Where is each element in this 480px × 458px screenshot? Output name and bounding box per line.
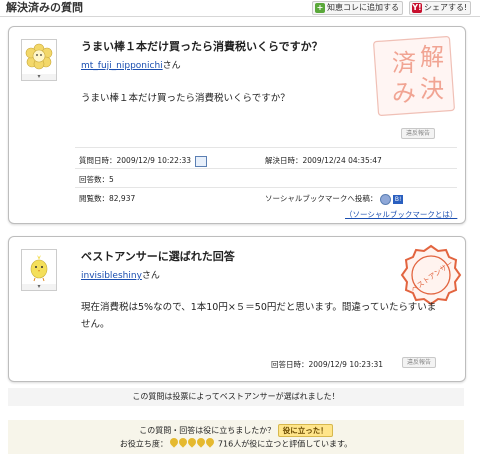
helpful-prefix: お役立ち度： [119,439,168,449]
helpful-question-row: この質問・回答は役に立ちましたか？ 役に立った！ [8,420,464,437]
resolved-date: 解決日時：2009/12/24 04:35:47 [265,156,382,165]
report-button[interactable]: 違反報告 [401,128,436,139]
answerer-link[interactable]: invisibleshiny [81,271,142,281]
calendar-icon [195,155,208,167]
rating-drop-icon [204,436,217,448]
avatar-dropdown[interactable]: ▾ [21,284,57,291]
view-count: 閲覧数：82,937 [79,194,136,203]
question-card: ▾ うまい棒１本だけ買ったら消費税いくらですか？ mt_fuji_nipponi… [8,26,466,224]
best-answer-card: ▾ ベストアンサーに選ばれた回答 invisibleshinyさん ベストアンサ… [8,236,466,382]
questioner-name: mt_fuji_nipponichiさん [81,61,181,71]
questioner-avatar[interactable] [21,39,57,75]
helpful-box: この質問・回答は役に立ちましたか？ 役に立った！ お役立ち度： 716人が役に立… [8,420,464,454]
divider [75,147,457,148]
social-bookmark-help-link[interactable]: （ソーシャルブックマークとは） [345,210,457,219]
best-answer-stamp: ベストアンサー [400,244,462,306]
plus-icon: + [315,3,325,13]
vote-note: この質問は投票によってベストアンサーが選ばれました！ [8,388,464,406]
section-title: 解決済みの質問 [6,1,83,14]
svg-text:済: 済 [392,49,416,77]
question-body: うまい棒１本だけ買ったら消費税いくらですか？ [81,93,290,104]
helpful-count: 716人が役に立つと評価しています。 [217,439,353,449]
flower-avatar-icon [25,43,53,70]
questioner-link[interactable]: mt_fuji_nipponichi [81,61,163,71]
best-answer-heading: ベストアンサーに選ばれた回答 [81,250,235,263]
svg-text:解: 解 [420,43,444,71]
report-button[interactable]: 違反報告 [402,357,437,368]
question-title: うまい棒１本だけ買ったら消費税いくらですか？ [81,40,323,53]
share-button[interactable]: Y! シェアする! [409,1,472,15]
svg-text:決: 決 [420,75,444,103]
best-answer-body: 現在消費税は5%なので、1本10円×５＝50円だと思います。間違っていたらすいま… [81,302,437,330]
avatar-dropdown[interactable]: ▾ [21,74,57,81]
resolved-stamp: 済 解 み 決 [373,36,455,116]
helpful-rating-row: お役立ち度： 716人が役に立つと評価しています。 [8,436,464,452]
social-bookmark: ソーシャルブックマークへ投稿： B! [265,193,404,205]
answerer-name: invisibleshinyさん [81,271,160,281]
helpful-button[interactable]: 役に立った！ [277,424,333,437]
yahoo-y-icon: Y! [412,3,422,13]
answer-count: 回答数：5 [79,175,114,184]
chick-avatar-icon [30,255,48,282]
divider [75,168,457,169]
helpful-question: この質問・回答は役に立ちましたか？ [139,426,276,435]
answered-date: 回答日時：2009/12/9 10:23:31 [271,360,384,369]
answerer-avatar[interactable] [21,249,57,285]
divider [75,187,457,188]
bookmark-icon[interactable] [379,193,391,205]
svg-text:み: み [392,79,416,107]
asked-date: 質問日時：2009/12/9 10:22:33 [79,155,208,167]
social-bookmark-help: （ソーシャルブックマークとは） [345,209,457,220]
section-header: 解決済みの質問 + 知恵コレに追加する Y! シェアする! [0,0,480,17]
add-to-collection-button[interactable]: + 知恵コレに追加する [312,1,403,15]
helpful-rating-icons [168,436,217,451]
hatena-bookmark-icon[interactable]: B! [393,194,404,204]
